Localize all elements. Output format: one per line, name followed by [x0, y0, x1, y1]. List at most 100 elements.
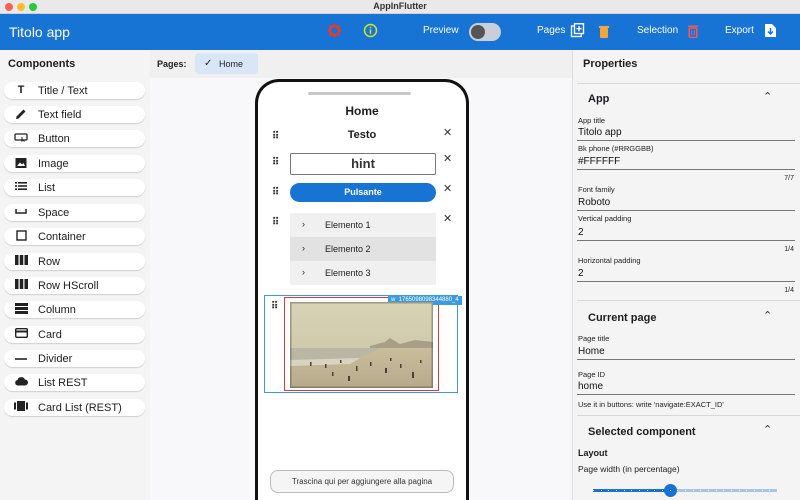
- export-label[interactable]: Export: [725, 25, 754, 36]
- slider-tick: [685, 490, 686, 491]
- component-label: Card: [38, 329, 62, 341]
- list-item[interactable]: › Elemento 1: [290, 213, 436, 237]
- component-row-hscroll[interactable]: Row HScroll: [4, 277, 145, 294]
- component-divider[interactable]: Divider: [4, 350, 145, 367]
- drag-handle-icon[interactable]: ⠿: [272, 157, 279, 168]
- app-section-header[interactable]: App: [588, 93, 609, 105]
- page-title-label: Page title: [578, 334, 610, 343]
- vertical-padding-label: Vertical padding: [578, 214, 632, 223]
- close-icon[interactable]: ✕: [443, 126, 452, 139]
- pencil-icon: [13, 108, 29, 123]
- card-list-icon: [13, 401, 29, 414]
- component-card[interactable]: Card: [4, 326, 145, 343]
- page-id-input[interactable]: home: [578, 381, 603, 392]
- page-width-slider[interactable]: [593, 484, 778, 497]
- input-underline: [577, 394, 795, 395]
- section-divider: [577, 415, 800, 416]
- page-id-help: Use it in buttons: write 'navigate:EXACT…: [578, 400, 724, 409]
- close-icon[interactable]: ✕: [443, 152, 452, 165]
- bk-phone-input[interactable]: #FFFFFF: [578, 156, 620, 167]
- image-widget-selected[interactable]: ⠿ ✕ w_1765098098344880_4: [264, 295, 462, 393]
- delete-selection-icon[interactable]: [687, 24, 699, 41]
- font-family-input[interactable]: Roboto: [578, 197, 610, 208]
- preview-toggle[interactable]: [469, 23, 501, 41]
- slider-tick: [761, 490, 763, 491]
- chevron-right-icon: ›: [302, 267, 305, 277]
- component-container[interactable]: Container: [4, 228, 145, 245]
- collapse-chevron-icon[interactable]: ⌃: [763, 90, 772, 103]
- pages-bar: Pages: ✓ Home: [150, 50, 572, 78]
- column-icon: [13, 303, 29, 317]
- vertical-padding-input[interactable]: 2: [578, 227, 584, 238]
- component-label: List: [38, 182, 56, 194]
- text-field-widget[interactable]: hint: [290, 153, 436, 175]
- component-label: Column: [38, 304, 76, 316]
- preview-label: Preview: [423, 25, 459, 36]
- window-title: AppInFlutter: [373, 1, 427, 11]
- slider-tick: [746, 490, 748, 491]
- component-card-list-rest[interactable]: Card List (REST): [4, 399, 145, 416]
- bk-phone-label: Bk phone (#RRGGBB): [578, 144, 654, 153]
- button-widget[interactable]: Pulsante: [290, 183, 436, 202]
- info-icon[interactable]: [363, 23, 378, 41]
- selected-component-section-header[interactable]: Selected component: [588, 426, 696, 438]
- section-divider: [577, 83, 800, 84]
- page-editor: Pages: ✓ Home Home ⠿ Testo ✕ ⠿ hint ✕ ⠿ …: [150, 50, 572, 500]
- delete-page-icon[interactable]: [598, 24, 610, 41]
- component-space[interactable]: Space: [4, 204, 145, 221]
- page-title-input[interactable]: Home: [578, 346, 605, 357]
- horizontal-padding-input[interactable]: 2: [578, 268, 584, 279]
- component-title-text[interactable]: T Title / Text: [4, 82, 145, 99]
- current-page-section-header[interactable]: Current page: [588, 312, 656, 324]
- beach-photo: [290, 302, 433, 388]
- input-underline: [577, 140, 795, 141]
- app-title-input[interactable]: Titolo app: [578, 127, 622, 138]
- close-icon[interactable]: ✕: [443, 212, 452, 225]
- drag-handle-icon[interactable]: ⠿: [272, 187, 279, 198]
- component-list-rest[interactable]: List REST: [4, 374, 145, 391]
- component-text-field[interactable]: Text field: [4, 106, 145, 123]
- input-underline: [577, 169, 795, 170]
- text-widget[interactable]: Testo: [258, 129, 466, 141]
- app-title: Titolo app: [9, 24, 70, 40]
- button-icon: [13, 132, 29, 145]
- slider-tick: [631, 490, 633, 491]
- component-button[interactable]: Button: [4, 130, 145, 147]
- collapse-chevron-icon[interactable]: ⌃: [763, 423, 772, 436]
- cloud-icon: [13, 376, 29, 389]
- input-underline: [577, 240, 795, 241]
- export-icon[interactable]: [764, 23, 777, 41]
- close-icon[interactable]: ✕: [443, 182, 452, 195]
- list-item[interactable]: › Elemento 2: [290, 237, 436, 261]
- collapse-chevron-icon[interactable]: ⌃: [763, 309, 772, 322]
- add-page-icon[interactable]: [570, 23, 585, 41]
- components-title: Components: [8, 58, 76, 70]
- pages-bar-label: Pages:: [157, 59, 187, 69]
- window-titlebar: AppInFlutter: [0, 0, 800, 14]
- page-chip-home[interactable]: ✓ Home: [195, 53, 258, 74]
- page-id-label: Page ID: [578, 370, 606, 379]
- component-label: Row HScroll: [38, 280, 99, 292]
- slider-tick: [662, 490, 663, 491]
- section-divider: [577, 300, 800, 301]
- slider-tick: [623, 490, 625, 491]
- component-column[interactable]: Column: [4, 301, 145, 318]
- slider-tick: [593, 490, 594, 491]
- settings-icon[interactable]: [327, 23, 342, 41]
- drag-handle-icon[interactable]: ⠿: [271, 301, 278, 312]
- bk-phone-counter: 7/7: [784, 175, 794, 182]
- list-widget[interactable]: › Elemento 1 › Elemento 2 › Elemento 3: [290, 213, 436, 285]
- drop-zone[interactable]: Trascina qui per aggiungere alla pagina: [270, 470, 454, 493]
- list-item[interactable]: › Elemento 3: [290, 261, 436, 285]
- component-label: Divider: [38, 353, 73, 365]
- drag-handle-icon[interactable]: ⠿: [272, 217, 279, 228]
- slider-tick: [608, 490, 610, 491]
- slider-tick: [723, 490, 725, 491]
- slider-thumb[interactable]: [664, 484, 678, 497]
- toggle-knob: [471, 25, 485, 39]
- component-list[interactable]: List: [4, 179, 145, 196]
- layout-label: Layout: [578, 448, 608, 458]
- component-image[interactable]: Image: [4, 155, 145, 172]
- component-row[interactable]: Row: [4, 253, 145, 270]
- vertical-padding-counter: 1/4: [784, 246, 794, 253]
